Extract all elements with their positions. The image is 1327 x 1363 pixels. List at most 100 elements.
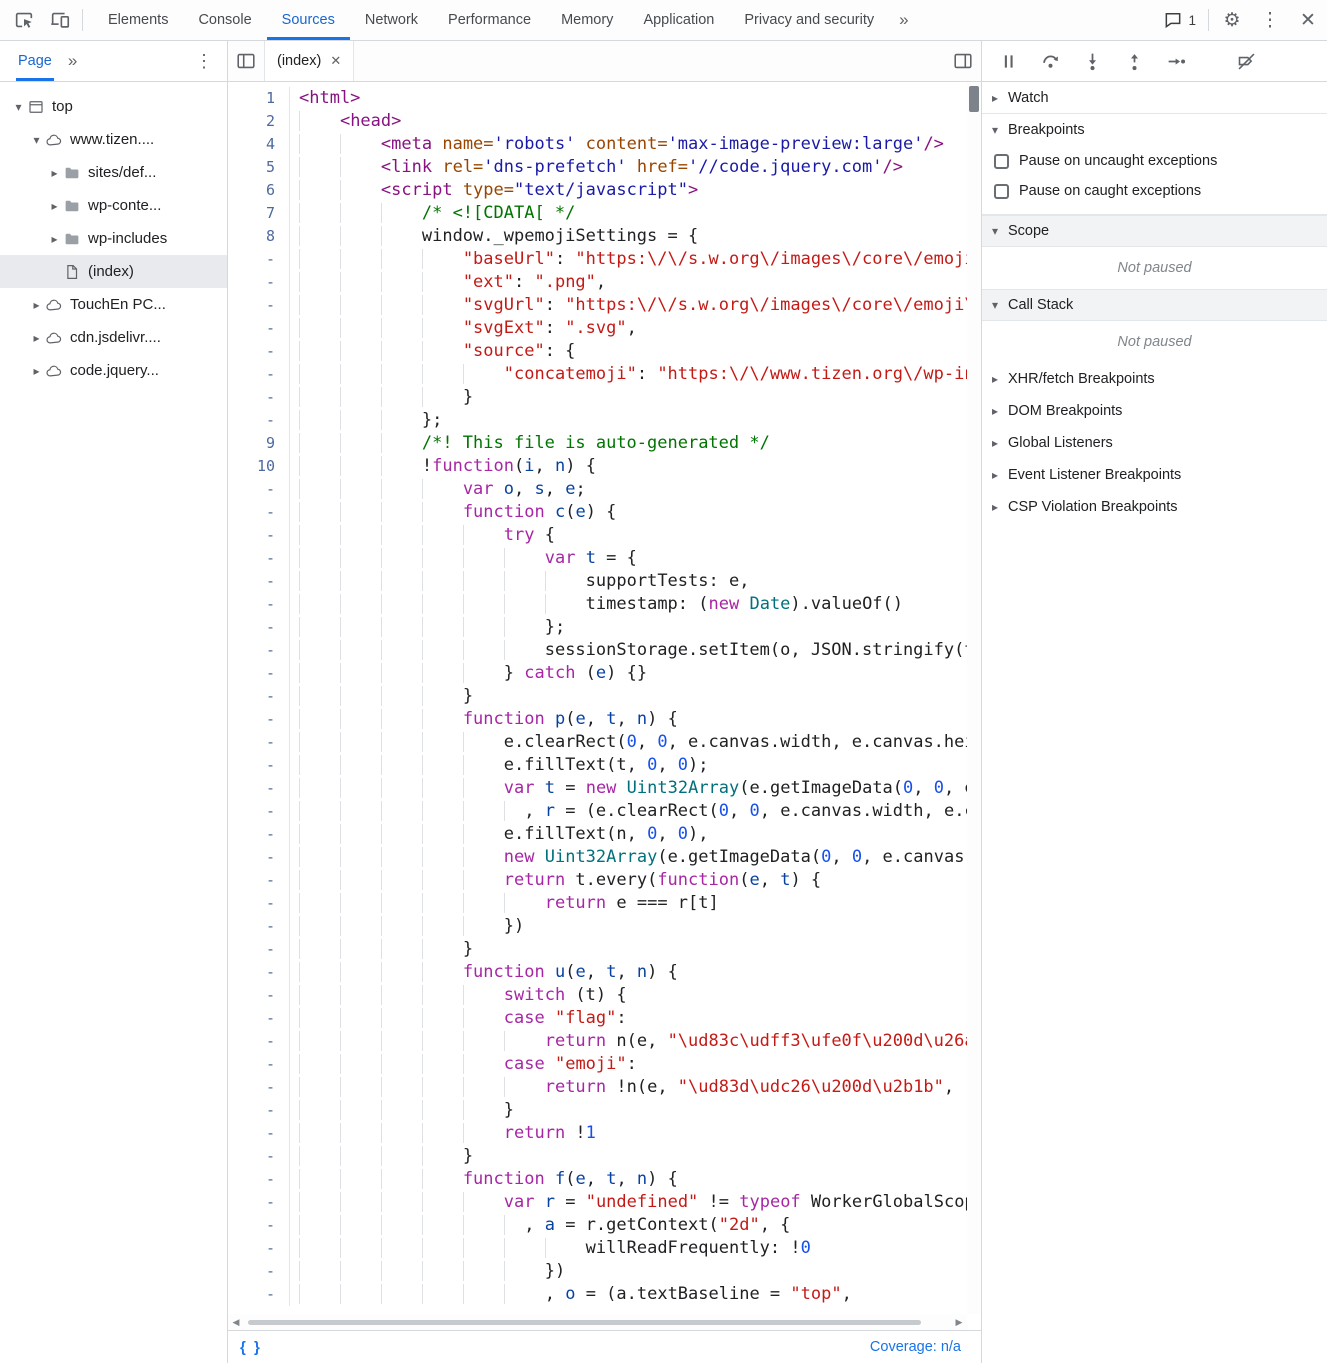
code-line[interactable]: - function p(e, t, n) {	[228, 708, 967, 731]
code-line[interactable]: - }	[228, 1099, 967, 1122]
tab-console[interactable]: Console	[183, 0, 266, 40]
deactivate-breakpoints-icon[interactable]	[1234, 49, 1258, 73]
line-number[interactable]: -	[228, 1191, 290, 1214]
issues-button[interactable]: 1	[1155, 10, 1204, 30]
section-expanded-icon[interactable]: ▾	[992, 123, 1008, 137]
code-line[interactable]: - }	[228, 685, 967, 708]
line-number[interactable]: -	[228, 616, 290, 639]
line-number[interactable]: 4	[228, 133, 290, 156]
tab-network[interactable]: Network	[350, 0, 433, 40]
code-line[interactable]: - sessionStorage.setItem(o, JSON.stringi…	[228, 639, 967, 662]
code-line[interactable]: - return !1	[228, 1122, 967, 1145]
line-number[interactable]: -	[228, 1237, 290, 1260]
line-number[interactable]: -	[228, 915, 290, 938]
code-line[interactable]: 6 <script type="text/javascript">	[228, 179, 967, 202]
file-tab-index[interactable]: (index) ✕	[264, 41, 354, 81]
line-number[interactable]: -	[228, 1007, 290, 1030]
code-line[interactable]: - e.fillText(n, 0, 0),	[228, 823, 967, 846]
line-number[interactable]: 7	[228, 202, 290, 225]
tree-item-wp-includes[interactable]: ▸wp-includes	[0, 222, 227, 255]
code-line[interactable]: - function c(e) {	[228, 501, 967, 524]
line-number[interactable]: -	[228, 1260, 290, 1283]
tree-item-sites-def[interactable]: ▸sites/def...	[0, 156, 227, 189]
code-line[interactable]: - var t = new Uint32Array(e.getImageData…	[228, 777, 967, 800]
toggle-navigator-icon[interactable]	[228, 41, 264, 81]
line-number[interactable]: 2	[228, 110, 290, 133]
tree-collapsed-icon[interactable]: ▸	[28, 364, 45, 378]
line-number[interactable]: -	[228, 501, 290, 524]
line-number[interactable]: -	[228, 1283, 290, 1306]
code-line[interactable]: - "concatemoji": "https:\/\/www.tizen.or…	[228, 363, 967, 386]
line-number[interactable]: -	[228, 1214, 290, 1237]
code-line[interactable]: - var t = {	[228, 547, 967, 570]
code-line[interactable]: 2 <head>	[228, 110, 967, 133]
code-line[interactable]: - "svgUrl": "https:\/\/s.w.org\/images\/…	[228, 294, 967, 317]
code-line[interactable]: 9 /*! This file is auto-generated */	[228, 432, 967, 455]
line-number[interactable]: -	[228, 708, 290, 731]
code-line[interactable]: 8 window._wpemojiSettings = {	[228, 225, 967, 248]
tree-item-code-jquery[interactable]: ▸code.jquery...	[0, 354, 227, 387]
section-collapsed-icon[interactable]: ▸	[992, 436, 1008, 450]
checkbox-unchecked[interactable]	[994, 184, 1009, 199]
tree-item-top[interactable]: ▾top	[0, 90, 227, 123]
code-line[interactable]: - return e === r[t]	[228, 892, 967, 915]
section-call-stack[interactable]: ▾Call Stack	[982, 289, 1327, 321]
line-number[interactable]: -	[228, 777, 290, 800]
code-line[interactable]: - e.clearRect(0, 0, e.canvas.width, e.ca…	[228, 731, 967, 754]
tree-item-www-tizen[interactable]: ▾www.tizen....	[0, 123, 227, 156]
horizontal-scrollbar-thumb[interactable]	[248, 1320, 921, 1325]
line-number[interactable]: -	[228, 800, 290, 823]
line-number[interactable]: 9	[228, 432, 290, 455]
code-line[interactable]: - try {	[228, 524, 967, 547]
option-pause-on-uncaught-exceptions[interactable]: Pause on uncaught exceptions	[982, 146, 1327, 176]
code-line[interactable]: - } catch (e) {}	[228, 662, 967, 685]
line-number[interactable]: -	[228, 409, 290, 432]
line-number[interactable]: -	[228, 731, 290, 754]
line-number[interactable]: -	[228, 317, 290, 340]
vertical-scrollbar-thumb[interactable]	[969, 86, 979, 112]
line-number[interactable]: -	[228, 823, 290, 846]
code-line[interactable]: - , a = r.getContext("2d", {	[228, 1214, 967, 1237]
scroll-left-icon[interactable]: ◀	[228, 1311, 244, 1331]
line-number[interactable]: -	[228, 961, 290, 984]
line-number[interactable]: -	[228, 248, 290, 271]
code-line[interactable]: - e.fillText(t, 0, 0);	[228, 754, 967, 777]
close-tab-icon[interactable]: ✕	[330, 53, 341, 69]
tree-collapsed-icon[interactable]: ▸	[46, 232, 63, 246]
line-number[interactable]: -	[228, 892, 290, 915]
pause-icon[interactable]	[996, 49, 1020, 73]
code-line[interactable]: - }	[228, 1145, 967, 1168]
code-line[interactable]: - case "flag":	[228, 1007, 967, 1030]
device-toolbar-icon[interactable]	[42, 0, 78, 40]
section-csp-violation-breakpoints[interactable]: ▸CSP Violation Breakpoints	[982, 491, 1327, 523]
code-line[interactable]: - function u(e, t, n) {	[228, 961, 967, 984]
tab-application[interactable]: Application	[628, 0, 729, 40]
line-number[interactable]: -	[228, 984, 290, 1007]
section-collapsed-icon[interactable]: ▸	[992, 468, 1008, 482]
section-collapsed-icon[interactable]: ▸	[992, 91, 1008, 105]
tree-expanded-icon[interactable]: ▾	[28, 133, 45, 147]
section-collapsed-icon[interactable]: ▸	[992, 404, 1008, 418]
tab-elements[interactable]: Elements	[93, 0, 183, 40]
line-number[interactable]: 6	[228, 179, 290, 202]
code-line[interactable]: - return t.every(function(e, t) {	[228, 869, 967, 892]
code-line[interactable]: - })	[228, 915, 967, 938]
more-options-icon[interactable]: ⋮	[1251, 9, 1289, 32]
line-number[interactable]: -	[228, 547, 290, 570]
code-line[interactable]: 5 <link rel='dns-prefetch' href='//code.…	[228, 156, 967, 179]
step-over-icon[interactable]	[1038, 49, 1062, 73]
line-number[interactable]: -	[228, 1076, 290, 1099]
code-line[interactable]: 7 /* <![CDATA[ */	[228, 202, 967, 225]
option-pause-on-caught-exceptions[interactable]: Pause on caught exceptions	[982, 176, 1327, 206]
code-line[interactable]: - }	[228, 386, 967, 409]
tree-item-index[interactable]: (index)	[0, 255, 227, 288]
line-number[interactable]: -	[228, 754, 290, 777]
line-number[interactable]: -	[228, 639, 290, 662]
code-line[interactable]: 1<html>	[228, 87, 967, 110]
code-line[interactable]: - })	[228, 1260, 967, 1283]
section-watch[interactable]: ▸Watch	[982, 82, 1327, 114]
line-number[interactable]: -	[228, 271, 290, 294]
pretty-print-button[interactable]: { }	[240, 1339, 262, 1356]
step-into-icon[interactable]	[1080, 49, 1104, 73]
horizontal-scrollbar[interactable]: ◀ ▶	[228, 1314, 967, 1330]
